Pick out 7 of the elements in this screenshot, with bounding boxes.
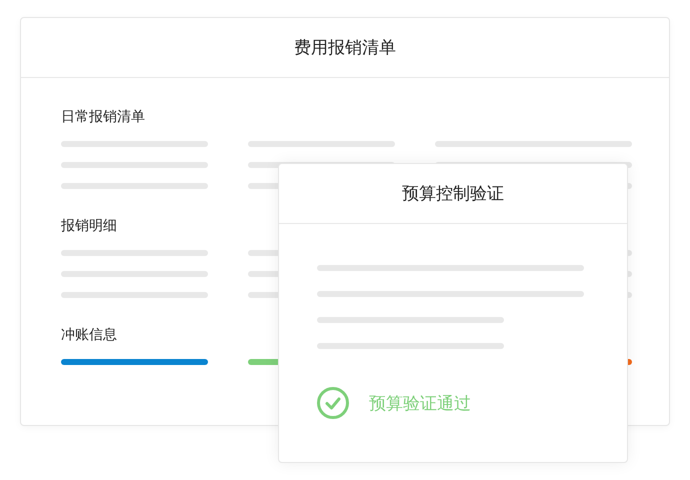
section-title: 报销明细 <box>61 217 118 235</box>
check-circle-icon <box>317 387 349 419</box>
section-title: 日常报销清单 <box>61 108 146 126</box>
dialog-title: 预算控制验证 <box>402 183 504 205</box>
section-title: 冲账信息 <box>61 326 118 344</box>
status-text: 预算验证通过 <box>369 392 471 414</box>
card-title: 费用报销清单 <box>294 37 396 59</box>
